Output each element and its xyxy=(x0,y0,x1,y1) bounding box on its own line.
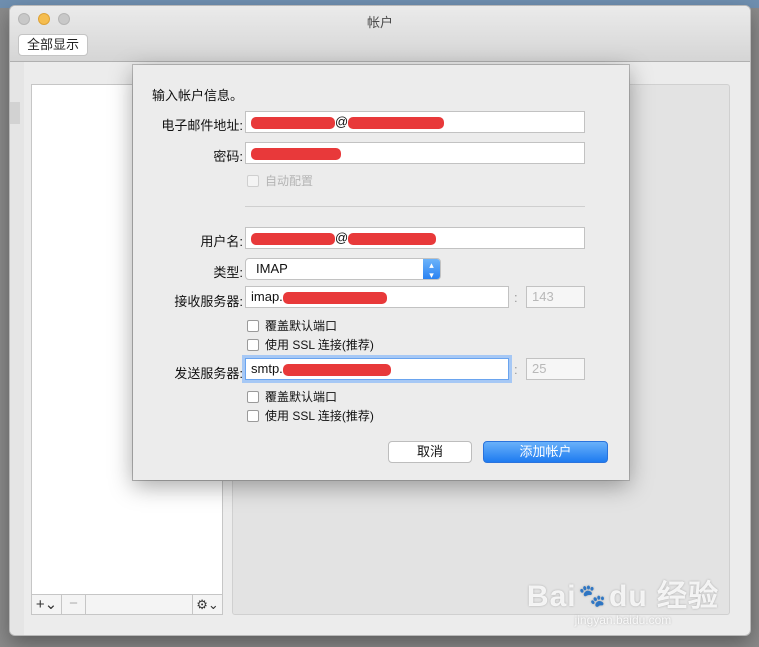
show-all-button[interactable]: 全部显示 xyxy=(18,34,89,56)
watermark-logo-cn: 经验 xyxy=(657,580,719,613)
cancel-button[interactable]: 取消 xyxy=(388,441,472,463)
incoming-ssl-label: 使用 SSL 连接(推荐) xyxy=(265,338,374,352)
outgoing-ssl-checkbox[interactable]: 使用 SSL 连接(推荐) xyxy=(247,407,374,424)
redaction-mark xyxy=(251,116,335,129)
add-account-button[interactable]: +⌄ xyxy=(32,595,62,614)
checkbox-box xyxy=(247,391,259,403)
redaction-mark xyxy=(251,147,341,160)
watermark-url: jingyan.baidu.com xyxy=(574,613,672,627)
chevron-up-down-icon: ▴ ▾ xyxy=(423,259,440,280)
account-type-value: IMAP xyxy=(256,261,288,276)
redaction-mark xyxy=(348,116,445,129)
outgoing-server-label: 发送服务器: xyxy=(174,366,243,381)
gear-menu-button[interactable]: ⚙⌄ xyxy=(192,595,222,614)
port-separator: : xyxy=(514,290,518,305)
add-account-submit-button[interactable]: 添加帐户 xyxy=(483,441,608,463)
checkbox-box xyxy=(247,410,259,422)
outgoing-ssl-label: 使用 SSL 连接(推荐) xyxy=(265,409,374,423)
outgoing-server-value: smtp. xyxy=(251,361,283,376)
auto-config-label: 自动配置 xyxy=(265,174,314,188)
redaction-mark xyxy=(282,291,387,304)
checkbox-box xyxy=(247,339,259,351)
watermark-logo-right: du xyxy=(609,580,648,613)
incoming-server-value: imap. xyxy=(251,289,283,304)
email-field[interactable]: @ xyxy=(245,111,585,133)
redaction-mark xyxy=(251,232,335,245)
email-label: 电子邮件地址: xyxy=(161,118,243,133)
incoming-ssl-checkbox[interactable]: 使用 SSL 连接(推荐) xyxy=(247,336,374,353)
paw-icon: 🐾 xyxy=(578,583,607,608)
incoming-port-field[interactable]: 143 xyxy=(526,286,585,308)
outgoing-override-port-checkbox[interactable]: 覆盖默认端口 xyxy=(247,388,337,405)
auto-config-checkbox[interactable]: 自动配置 xyxy=(247,172,313,189)
redaction-mark xyxy=(348,232,437,245)
incoming-server-field[interactable]: imap. xyxy=(245,286,509,308)
checkbox-box xyxy=(247,320,259,332)
checkbox-box xyxy=(247,175,259,187)
sheet-heading: 输入帐户信息。 xyxy=(152,88,244,103)
password-label: 密码: xyxy=(213,149,243,164)
incoming-override-port-label: 覆盖默认端口 xyxy=(265,319,338,333)
outgoing-server-field[interactable]: smtp. xyxy=(245,358,509,380)
email-field-value: @ xyxy=(335,114,349,129)
incoming-override-port-checkbox[interactable]: 覆盖默认端口 xyxy=(247,317,337,334)
watermark-logo-left: Bai xyxy=(526,580,577,613)
background-stub xyxy=(10,102,20,124)
remove-account-button[interactable]: − xyxy=(62,595,86,614)
outgoing-override-port-label: 覆盖默认端口 xyxy=(265,390,338,404)
watermark-logo: Bai🐾du 经验 xyxy=(527,571,719,615)
type-label: 类型: xyxy=(213,265,243,280)
background-window-edge xyxy=(10,62,24,635)
section-divider xyxy=(245,206,585,207)
add-account-sheet: 输入帐户信息。 电子邮件地址: @ 密码: 自动配置 用户名: @ 类型: IM… xyxy=(133,65,629,480)
username-field[interactable]: @ xyxy=(245,227,585,249)
password-field[interactable] xyxy=(245,142,585,164)
account-list-toolbar: +⌄ − ⚙⌄ xyxy=(31,594,223,615)
account-type-select[interactable]: IMAP ▴ ▾ xyxy=(245,258,441,280)
title-bar: 帐户 全部显示 xyxy=(10,6,750,62)
incoming-server-label: 接收服务器: xyxy=(174,294,243,309)
outgoing-port-field[interactable]: 25 xyxy=(526,358,585,380)
username-field-value: @ xyxy=(335,230,349,245)
baidu-watermark: Bai🐾du 经验 jingyan.baidu.com xyxy=(527,571,719,627)
port-separator: : xyxy=(514,362,518,377)
redaction-mark xyxy=(282,363,391,376)
username-label: 用户名: xyxy=(200,234,243,249)
window-title: 帐户 xyxy=(366,15,393,30)
